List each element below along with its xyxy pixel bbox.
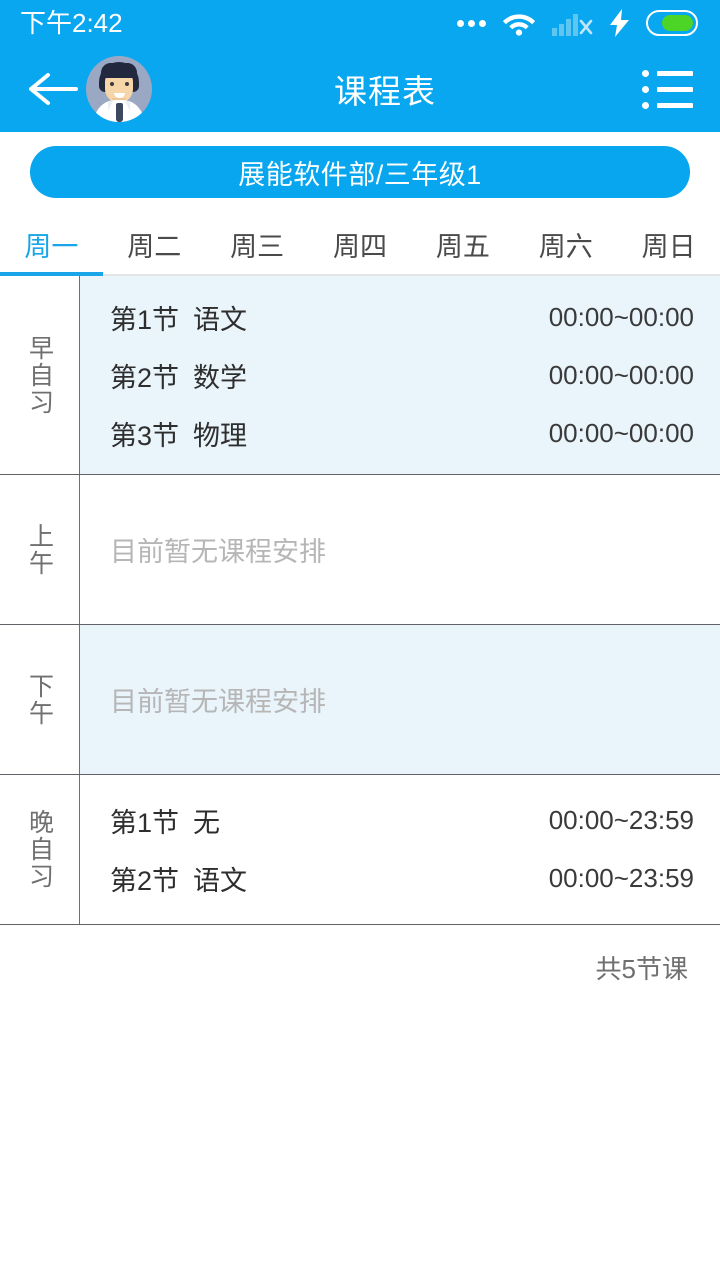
period-label-cell: 上午: [0, 475, 80, 624]
app-header: 课程表: [0, 46, 720, 132]
lesson-index: 第1节: [110, 304, 180, 335]
schedule-row: 早自习 第1节 语文 00:00~00:00 第2节 数学 00:00~00:00 第3节 物理…: [0, 276, 720, 475]
back-arrow-icon: [29, 73, 78, 105]
weekday-tabs: 周一 周二 周三 周四 周五 周六 周日: [0, 214, 720, 276]
tab-thursday[interactable]: 周四: [309, 214, 412, 274]
class-selector-button[interactable]: 展能软件部/三年级1: [30, 146, 690, 198]
tab-saturday[interactable]: 周六: [514, 214, 617, 274]
signal-no-sim-icon: [552, 14, 593, 36]
battery-icon: [646, 10, 698, 36]
period-content-cell: 第1节 语文 00:00~00:00 第2节 数学 00:00~00:00 第3节 物理 00:…: [80, 276, 720, 474]
lesson-subject: 数学: [193, 362, 248, 393]
empty-schedule-text: 目前暂无课程安排: [110, 537, 326, 567]
lesson-time: 00:00~23:59: [548, 863, 694, 893]
schedule-row: 上午 目前暂无课程安排: [0, 475, 720, 625]
lesson-item[interactable]: 第2节 数学 00:00~00:00: [110, 346, 694, 404]
period-label-cell: 早自习: [0, 276, 80, 474]
lesson-item[interactable]: 第2节 语文 00:00~23:59: [110, 850, 694, 908]
total-lessons-label: 共5节课: [595, 954, 688, 984]
list-menu-icon[interactable]: [638, 60, 696, 118]
schedule-row: 晚自习 第1节无 00:00~23:59 第2节 语文 00:00~23:59: [0, 775, 720, 925]
wifi-icon: [502, 14, 536, 36]
lesson-name: 第1节无: [110, 801, 220, 840]
lesson-item[interactable]: 第1节 语文 00:00~00:00: [110, 288, 694, 346]
lesson-subject: 物理: [193, 420, 248, 451]
lesson-index: 第3节: [110, 420, 180, 451]
schedule-row: 下午 目前暂无课程安排: [0, 625, 720, 775]
period-content-cell: 目前暂无课程安排: [80, 475, 720, 624]
status-bar: 下午2:42: [0, 0, 720, 46]
back-button[interactable]: [24, 61, 80, 117]
tab-tuesday[interactable]: 周二: [103, 214, 206, 274]
schedule-screen: 下午2:42 课程表 展能软件部/三年级1 周一 周二 周三 周四 周五 周六 …: [0, 0, 720, 1280]
status-bar-icons: [457, 9, 698, 37]
lesson-name: 第3节 物理: [110, 414, 247, 453]
period-label-cell: 晚自习: [0, 775, 80, 924]
lesson-name: 第2节 语文: [110, 859, 247, 898]
charging-bolt-icon: [610, 9, 629, 37]
tab-friday[interactable]: 周五: [411, 214, 514, 274]
period-label: 早自习: [25, 334, 54, 416]
lesson-time: 00:00~00:00: [548, 359, 694, 390]
lesson-index: 第2节: [110, 866, 180, 896]
period-content-cell: 目前暂无课程安排: [80, 625, 720, 774]
lesson-item[interactable]: 第3节 物理 00:00~00:00: [110, 404, 694, 462]
lesson-time: 00:00~23:59: [548, 805, 694, 835]
lesson-subject: 语文: [193, 304, 248, 335]
schedule-table: 早自习 第1节 语文 00:00~00:00 第2节 数学 00:00~00:00 第3节 物理…: [0, 276, 720, 925]
lesson-index: 第1节: [110, 808, 180, 838]
period-label: 上午: [25, 522, 54, 577]
more-dots-icon: [457, 19, 486, 27]
lesson-subject: 无: [193, 808, 221, 838]
period-label: 下午: [25, 672, 54, 727]
period-label: 晚自习: [25, 809, 54, 890]
status-bar-clock: 下午2:42: [20, 8, 123, 38]
period-label-cell: 下午: [0, 625, 80, 774]
lesson-time: 00:00~00:00: [548, 301, 694, 332]
page-title: 课程表: [334, 73, 436, 110]
lesson-time: 00:00~00:00: [548, 417, 694, 448]
lesson-name: 第2节 数学: [110, 356, 247, 395]
empty-schedule-text: 目前暂无课程安排: [110, 687, 326, 717]
tab-sunday[interactable]: 周日: [617, 214, 720, 274]
lesson-index: 第2节: [110, 362, 180, 393]
period-content-cell: 第1节无 00:00~23:59 第2节 语文 00:00~23:59: [80, 775, 720, 924]
class-selector-wrap: 展能软件部/三年级1: [0, 132, 720, 214]
user-avatar-icon[interactable]: [86, 56, 152, 122]
lesson-name: 第1节 语文: [110, 298, 247, 337]
lesson-subject: 语文: [193, 866, 248, 896]
lesson-item[interactable]: 第1节无 00:00~23:59: [110, 792, 694, 850]
tab-monday[interactable]: 周一: [0, 214, 103, 276]
tab-wednesday[interactable]: 周三: [206, 214, 309, 274]
